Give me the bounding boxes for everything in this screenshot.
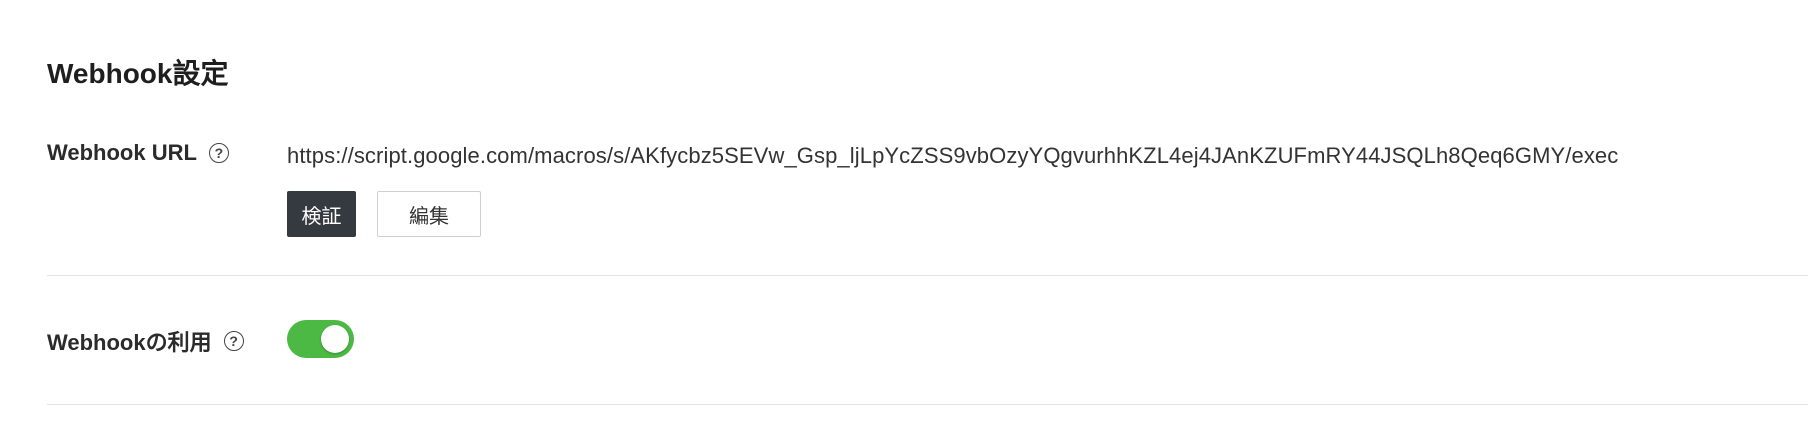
question-circle-icon[interactable]: ? <box>223 331 244 351</box>
question-circle-icon[interactable]: ? <box>208 143 229 163</box>
section-title: Webhook設定 <box>47 58 229 89</box>
webhook-usage-row-label: Webhookの利用 ? <box>47 325 244 357</box>
edit-button[interactable]: 編集 <box>377 191 481 237</box>
webhook-url-row-label: Webhook URL ? <box>47 140 229 166</box>
divider <box>47 275 1808 276</box>
webhook-url-value: https://script.google.com/macros/s/AKfyc… <box>287 143 1619 168</box>
webhook-url-label: Webhook URL <box>47 140 197 165</box>
webhook-usage-toggle[interactable] <box>287 320 354 358</box>
divider <box>47 404 1808 405</box>
toggle-knob <box>321 325 349 353</box>
webhook-usage-label: Webhookの利用 <box>47 330 212 355</box>
verify-button[interactable]: 検証 <box>287 191 356 237</box>
